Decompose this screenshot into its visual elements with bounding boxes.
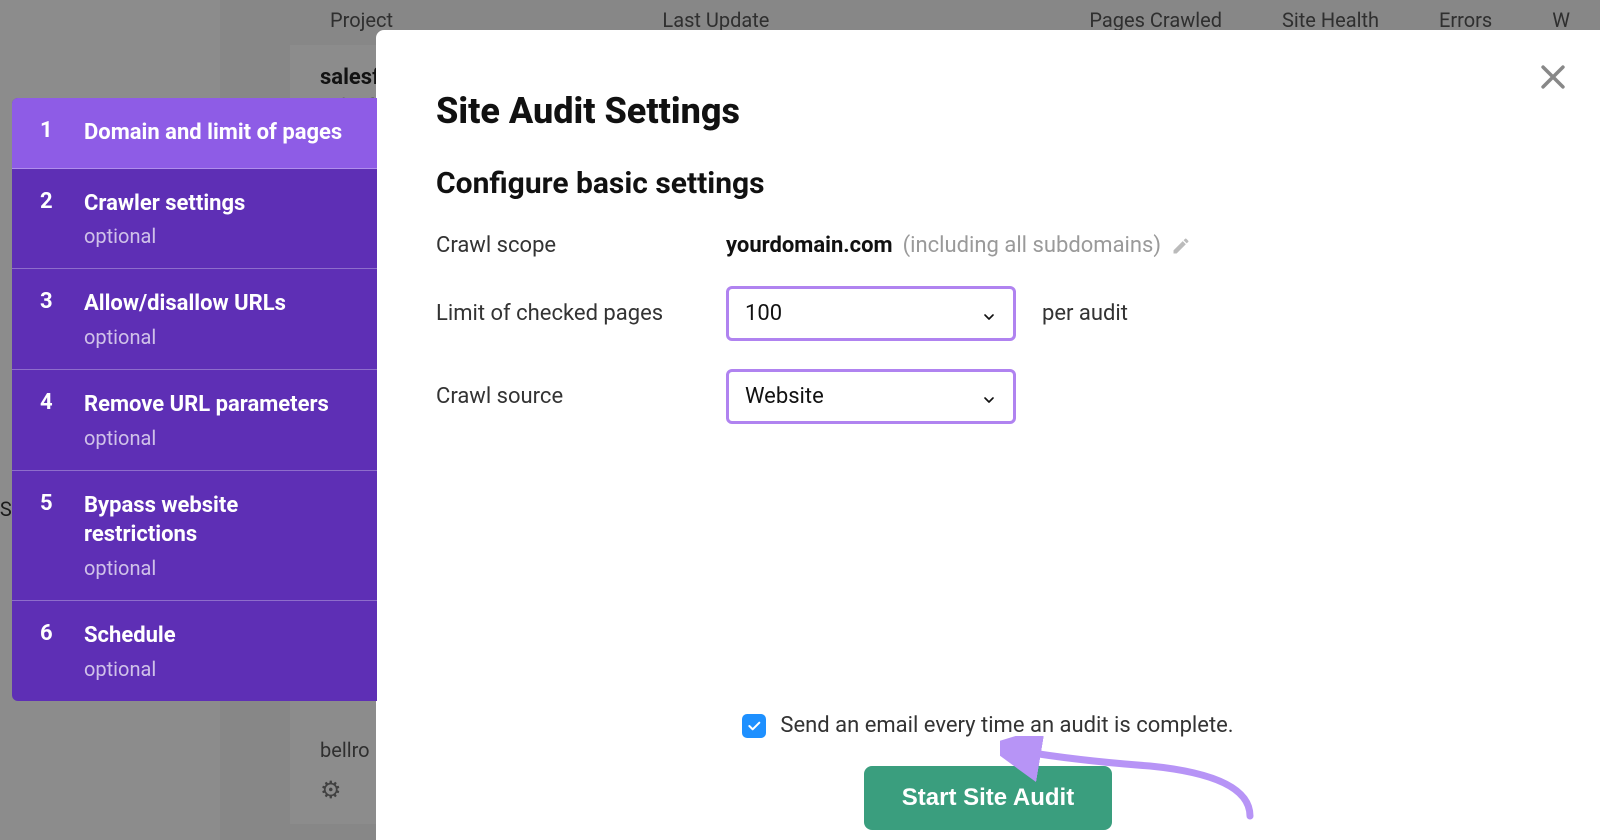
step-domain-limit[interactable]: 1 Domain and limit of pages [12,98,377,169]
step-title: Bypass website restrictions [84,491,355,550]
step-remove-url-parameters[interactable]: 4 Remove URL parameters optional [12,370,377,471]
step-number: 3 [40,289,84,349]
bg-col-w: W [1552,8,1570,32]
modal-title: Site Audit Settings [436,90,1540,132]
limit-pages-value: 100 [745,301,782,326]
step-title: Schedule [84,621,355,651]
limit-pages-suffix: per audit [1042,301,1128,326]
close-button[interactable] [1536,60,1570,94]
email-notification-row: Send an email every time an audit is com… [376,713,1600,738]
bg-col-pages-crawled: Pages Crawled [1089,8,1222,32]
step-title: Allow/disallow URLs [84,289,355,319]
step-title: Crawler settings [84,189,355,219]
bg-col-last-update: Last Update [662,8,769,32]
step-optional-label: optional [84,426,355,450]
pencil-icon [1171,236,1191,256]
crawl-source-value: Website [745,384,824,409]
bg-nav-item: ew [0,10,220,58]
crawl-scope-domain: yourdomain.com [726,233,893,258]
edit-crawl-scope-button[interactable] [1171,236,1191,256]
modal-footer: Send an email every time an audit is com… [376,713,1600,830]
bg-col-site-health: Site Health [1282,8,1379,32]
limit-pages-label: Limit of checked pages [436,301,726,326]
step-bypass-restrictions[interactable]: 5 Bypass website restrictions optional [12,471,377,601]
settings-modal: Site Audit Settings Configure basic sett… [376,30,1600,840]
email-notification-checkbox[interactable] [742,714,766,738]
step-crawler-settings[interactable]: 2 Crawler settings optional [12,169,377,270]
step-number: 2 [40,189,84,249]
step-number: 5 [40,491,84,580]
limit-pages-row: Limit of checked pages 100 per audit [436,286,1540,341]
step-optional-label: optional [84,657,355,681]
chevron-down-icon [981,389,997,405]
start-site-audit-button[interactable]: Start Site Audit [864,766,1112,830]
crawl-source-label: Crawl source [436,384,726,409]
step-number: 4 [40,390,84,450]
email-notification-label: Send an email every time an audit is com… [780,713,1233,738]
modal-subtitle: Configure basic settings [436,166,1540,201]
chevron-down-icon [981,306,997,322]
step-title: Domain and limit of pages [84,118,355,148]
step-title: Remove URL parameters [84,390,355,420]
close-icon [1536,60,1570,94]
step-number: 6 [40,621,84,681]
bg-col-project: Project [330,8,393,32]
step-number: 1 [40,118,84,148]
step-optional-label: optional [84,556,355,580]
limit-pages-select[interactable]: 100 [726,286,1016,341]
step-allow-disallow-urls[interactable]: 3 Allow/disallow URLs optional [12,269,377,370]
crawl-scope-label: Crawl scope [436,233,726,258]
wizard-stepper: 1 Domain and limit of pages 2 Crawler se… [12,98,377,701]
crawl-scope-row: Crawl scope yourdomain.com (including al… [436,233,1540,258]
step-optional-label: optional [84,325,355,349]
step-optional-label: optional [84,224,355,248]
crawl-source-select[interactable]: Website [726,369,1016,424]
check-icon [746,718,762,734]
bg-col-errors: Errors [1439,8,1492,32]
step-schedule[interactable]: 6 Schedule optional [12,601,377,701]
crawl-source-row: Crawl source Website [436,369,1540,424]
crawl-scope-note: (including all subdomains) [903,233,1161,258]
